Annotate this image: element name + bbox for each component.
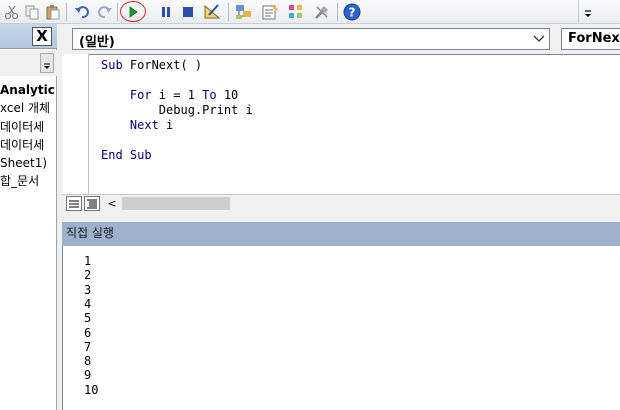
procedure-combo[interactable]: ForNext [561,28,620,50]
cut-icon[interactable] [2,2,22,22]
project-pane-toolbar [0,50,57,76]
properties-icon[interactable] [260,2,280,22]
code-horizontal-scrollbar: < [62,194,620,212]
code-keyword: For [101,88,152,102]
full-module-view-icon[interactable] [84,196,100,211]
paste-icon[interactable] [43,2,63,22]
object-combo-value: (일반) [79,35,115,50]
run-icon[interactable] [123,2,143,22]
code-keyword: End Sub [101,148,152,162]
project-tree-item[interactable]: 합_문서 [0,172,57,190]
code-line: Debug.Print i [101,103,253,118]
code-line: Next i [101,118,173,133]
immediate-window-body[interactable] [62,246,620,410]
code-keyword: Sub [101,58,123,72]
project-tree-item[interactable]: 데이터세 [0,118,57,136]
project-tree-item[interactable]: Sheet1) [0,154,57,172]
code-margin-indicator-bar [62,54,89,194]
design-mode-icon[interactable] [202,2,222,22]
chevron-down-icon[interactable] [40,53,54,73]
undo-icon[interactable] [72,2,92,22]
immediate-output-line: 2 [84,268,92,283]
immediate-output-line: 7 [84,339,92,354]
code-text: 10 [216,88,239,102]
code-keyword: Next [101,118,159,132]
immediate-output-line: 4 [84,296,92,311]
project-explorer-icon[interactable] [234,2,254,22]
project-tree-item[interactable]: Analytic [0,81,57,99]
code-text: ForNext( ) [122,58,203,72]
object-combo[interactable]: (일반) [72,28,550,50]
project-explorer-pane: X Analytic xcel 개체 데이터세 데이터세 Sheet1) 합_문… [0,24,57,410]
object-browser-icon[interactable] [286,2,306,22]
code-text: Debug.Print i [101,103,253,117]
immediate-window-title: 직접 실행 [66,226,114,240]
code-line: For i = 1 To 10 [101,88,238,103]
redo-icon[interactable] [95,2,115,22]
immediate-output-line: 10 [84,382,99,397]
immediate-output-line: 5 [84,311,92,326]
code-text: i [158,118,174,132]
toolbox-icon[interactable] [312,2,332,22]
immediate-output-line: 8 [84,354,92,369]
code-line: End Sub [101,148,152,163]
copy-icon[interactable] [22,2,42,22]
immediate-window-header [62,222,620,246]
immediate-output-line: 1 [84,254,92,268]
close-icon[interactable]: X [32,27,52,46]
code-text: i = 1 [151,88,203,102]
chevron-down-icon[interactable] [531,31,547,47]
project-tree-item[interactable]: 데이터세 [0,136,57,154]
immediate-output-line: 9 [84,368,92,383]
toolbar-overflow-button[interactable] [578,0,596,24]
standard-toolbar: ? [0,0,620,24]
svg-text:?: ? [349,6,356,20]
code-keyword: To [202,88,217,102]
break-icon[interactable] [156,2,176,22]
procedure-view-icon[interactable] [66,196,82,211]
reset-icon[interactable] [178,2,198,22]
immediate-output-line: 3 [84,282,92,297]
procedure-combo-value: ForNext [568,31,620,46]
help-icon[interactable]: ? [342,2,362,22]
immediate-output-line: 6 [84,325,92,340]
scroll-left-arrow[interactable]: < [106,197,118,211]
project-tree-item[interactable]: xcel 개체 [0,99,57,117]
scroll-thumb[interactable] [122,197,230,210]
code-line: Sub ForNext( ) [101,58,202,73]
